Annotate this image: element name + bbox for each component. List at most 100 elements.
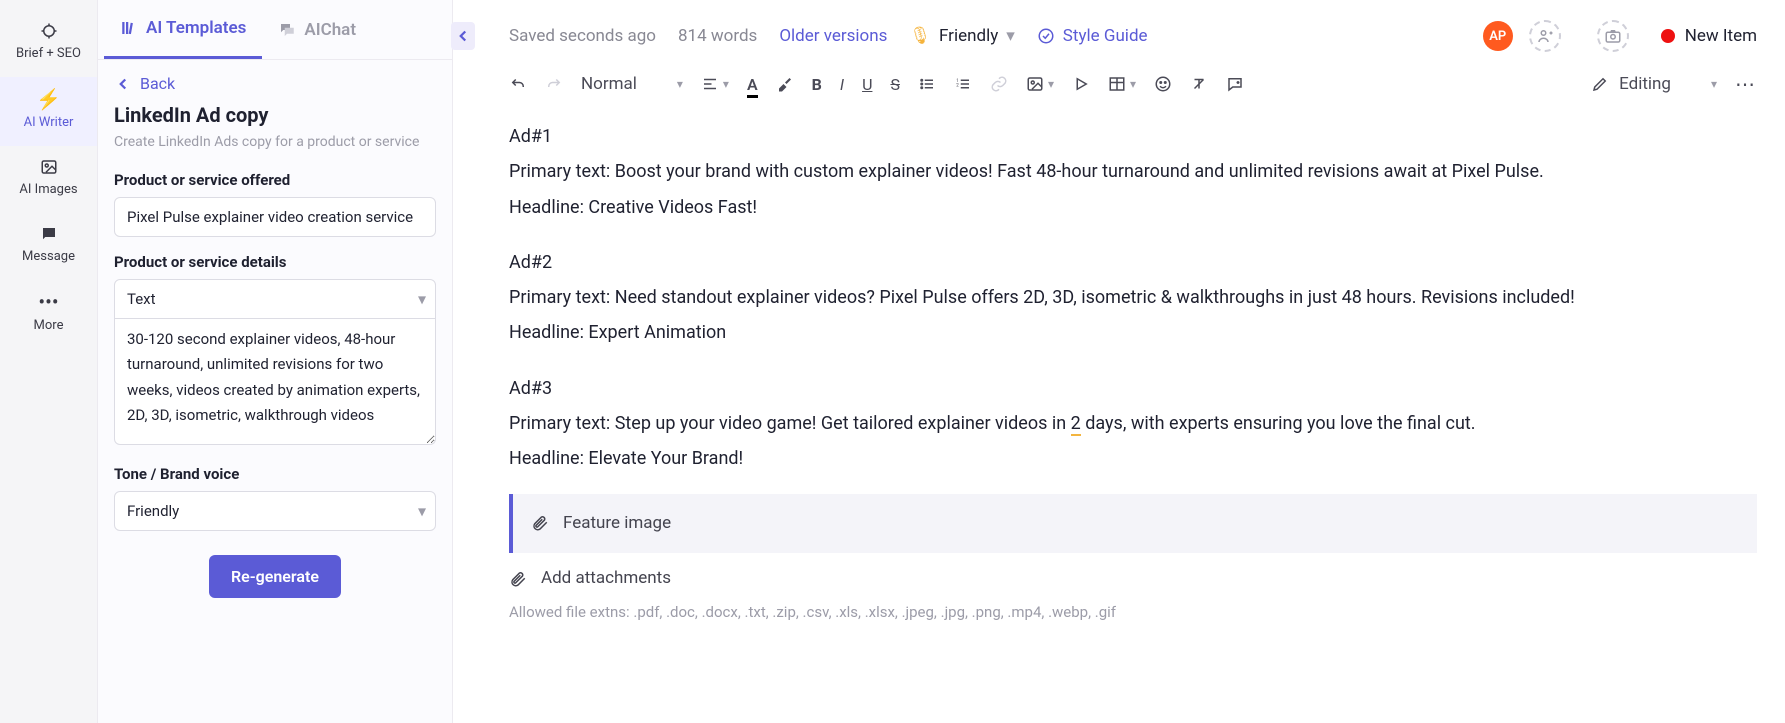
left-rail: Brief + SEO ⚡ AI Writer AI Images Messag… [0, 0, 98, 723]
image-icon [40, 158, 58, 176]
label-details: Product or service details [114, 253, 436, 271]
chevron-left-icon [114, 75, 132, 93]
rail-label: Brief + SEO [16, 46, 81, 61]
editor-toolbar: Normal ▾ ▾ A B I U S 12 ▾ ▾ Editing ▾ ⋯ [481, 62, 1785, 114]
feature-image-button[interactable]: Feature image [509, 494, 1757, 553]
bold-button[interactable]: B [812, 75, 822, 94]
select-value: Friendly [114, 491, 436, 531]
add-media-button[interactable] [1597, 20, 1629, 52]
label-tone: Tone / Brand voice [114, 465, 436, 483]
add-attachments-button[interactable]: Add attachments [509, 563, 1757, 594]
ad-headline: Headline: Expert Animation [509, 316, 1757, 349]
rail-label: AI Writer [24, 115, 74, 130]
align-left-icon [701, 75, 719, 93]
highlight-button[interactable] [776, 75, 794, 93]
link-button[interactable] [990, 75, 1008, 93]
select-value: Text [114, 279, 436, 319]
add-collaborator-button[interactable] [1529, 20, 1561, 52]
chevron-down-icon: ▾ [677, 77, 683, 91]
strikethrough-button[interactable]: S [890, 75, 900, 94]
image-icon [1026, 75, 1044, 93]
comment-button[interactable] [1226, 75, 1244, 93]
chat-icon [40, 225, 58, 243]
svg-text:2: 2 [956, 82, 959, 88]
play-icon [1072, 75, 1090, 93]
rail-label: Message [22, 249, 75, 264]
input-offered[interactable] [114, 197, 436, 237]
new-item-indicator[interactable]: New Item [1661, 26, 1757, 46]
pencil-icon [1591, 75, 1609, 93]
more-toolbar-button[interactable]: ⋯ [1735, 72, 1757, 96]
status-dot-icon [1661, 29, 1675, 43]
select-details-type[interactable]: Text ▾ [114, 279, 436, 319]
tab-ai-templates[interactable]: AI Templates [104, 0, 262, 59]
spellcheck-mark: 2 [1071, 413, 1081, 436]
templates-panel: AI Templates AIChat Back LinkedIn Ad cop… [98, 0, 453, 723]
highlight-icon [776, 75, 794, 93]
saved-status: Saved seconds ago [509, 26, 656, 46]
comment-icon [1226, 75, 1244, 93]
text-color-button[interactable]: A [747, 75, 758, 94]
user-plus-icon [1536, 27, 1554, 45]
target-icon [40, 22, 58, 40]
undo-button[interactable] [509, 75, 527, 93]
label-offered: Product or service offered [114, 171, 436, 189]
bullet-list-button[interactable] [918, 75, 936, 93]
ad-primary: Primary text: Step up your video game! G… [509, 407, 1757, 440]
video-button[interactable] [1072, 75, 1090, 93]
clear-format-button[interactable] [1190, 75, 1208, 93]
tab-aichat[interactable]: AIChat [262, 2, 372, 58]
chevron-left-icon [454, 27, 472, 45]
clear-format-icon [1190, 75, 1208, 93]
italic-button[interactable]: I [840, 75, 844, 94]
panel-subtitle: Create LinkedIn Ads copy for a product o… [114, 133, 436, 153]
document-editor[interactable]: Ad#1 Primary text: Boost your brand with… [481, 114, 1785, 723]
rail-item-ai-images[interactable]: AI Images [0, 146, 97, 213]
redo-icon [545, 75, 563, 93]
ad-heading: Ad#2 [509, 246, 1757, 279]
editing-mode-dropdown[interactable]: Editing ▾ [1591, 74, 1717, 94]
editing-label: Editing [1619, 74, 1671, 94]
numbered-list-button[interactable]: 12 [954, 75, 972, 93]
tone-label: Friendly [939, 26, 998, 46]
ad-headline: Headline: Elevate Your Brand! [509, 442, 1757, 475]
link-icon [990, 75, 1008, 93]
image-dropdown[interactable]: ▾ [1026, 75, 1054, 93]
chevron-down-icon: ▾ [1711, 77, 1717, 91]
tone-dropdown[interactable]: 🎙 Friendly ▾ [909, 26, 1014, 46]
ad-primary: Primary text: Need standout explainer vi… [509, 281, 1757, 314]
bullet-list-icon [918, 75, 936, 93]
camera-icon [1604, 27, 1622, 45]
rail-item-ai-writer[interactable]: ⚡ AI Writer [0, 77, 97, 146]
block-format-dropdown[interactable]: Normal ▾ [581, 74, 683, 94]
undo-icon [509, 75, 527, 93]
align-dropdown[interactable]: ▾ [701, 75, 729, 93]
emoji-icon [1154, 75, 1172, 93]
chevron-down-icon: ▾ [1048, 77, 1054, 91]
collapse-panel-button[interactable] [451, 22, 475, 50]
underline-button[interactable]: U [862, 75, 872, 94]
word-count: 814 words [678, 26, 757, 46]
avatar[interactable]: AP [1483, 21, 1513, 51]
table-icon [1108, 75, 1126, 93]
rail-item-more[interactable]: ••• More [0, 280, 97, 349]
emoji-button[interactable] [1154, 75, 1172, 93]
select-tone[interactable]: Friendly ▾ [114, 491, 436, 531]
redo-button[interactable] [545, 75, 563, 93]
back-button[interactable]: Back [98, 60, 452, 103]
textarea-details[interactable]: 30-120 second explainer videos, 48-hour … [114, 319, 436, 445]
attach-hint: Allowed file extns: .pdf, .doc, .docx, .… [509, 599, 1757, 627]
regenerate-button[interactable]: Re-generate [209, 555, 341, 598]
table-dropdown[interactable]: ▾ [1108, 75, 1136, 93]
style-guide-link[interactable]: Style Guide [1037, 26, 1148, 46]
dots-icon: ••• [0, 292, 97, 312]
panel-tabs: AI Templates AIChat [98, 0, 452, 60]
mic-icon: 🎙 [909, 26, 931, 46]
tab-label: AIChat [304, 20, 356, 40]
rail-item-brief-seo[interactable]: Brief + SEO [0, 10, 97, 77]
topbar: Saved seconds ago 814 words Older versio… [481, 0, 1785, 62]
rail-item-message[interactable]: Message [0, 213, 97, 280]
ad-headline: Headline: Creative Videos Fast! [509, 191, 1757, 224]
rail-label: More [34, 318, 64, 333]
older-versions-link[interactable]: Older versions [779, 26, 887, 46]
